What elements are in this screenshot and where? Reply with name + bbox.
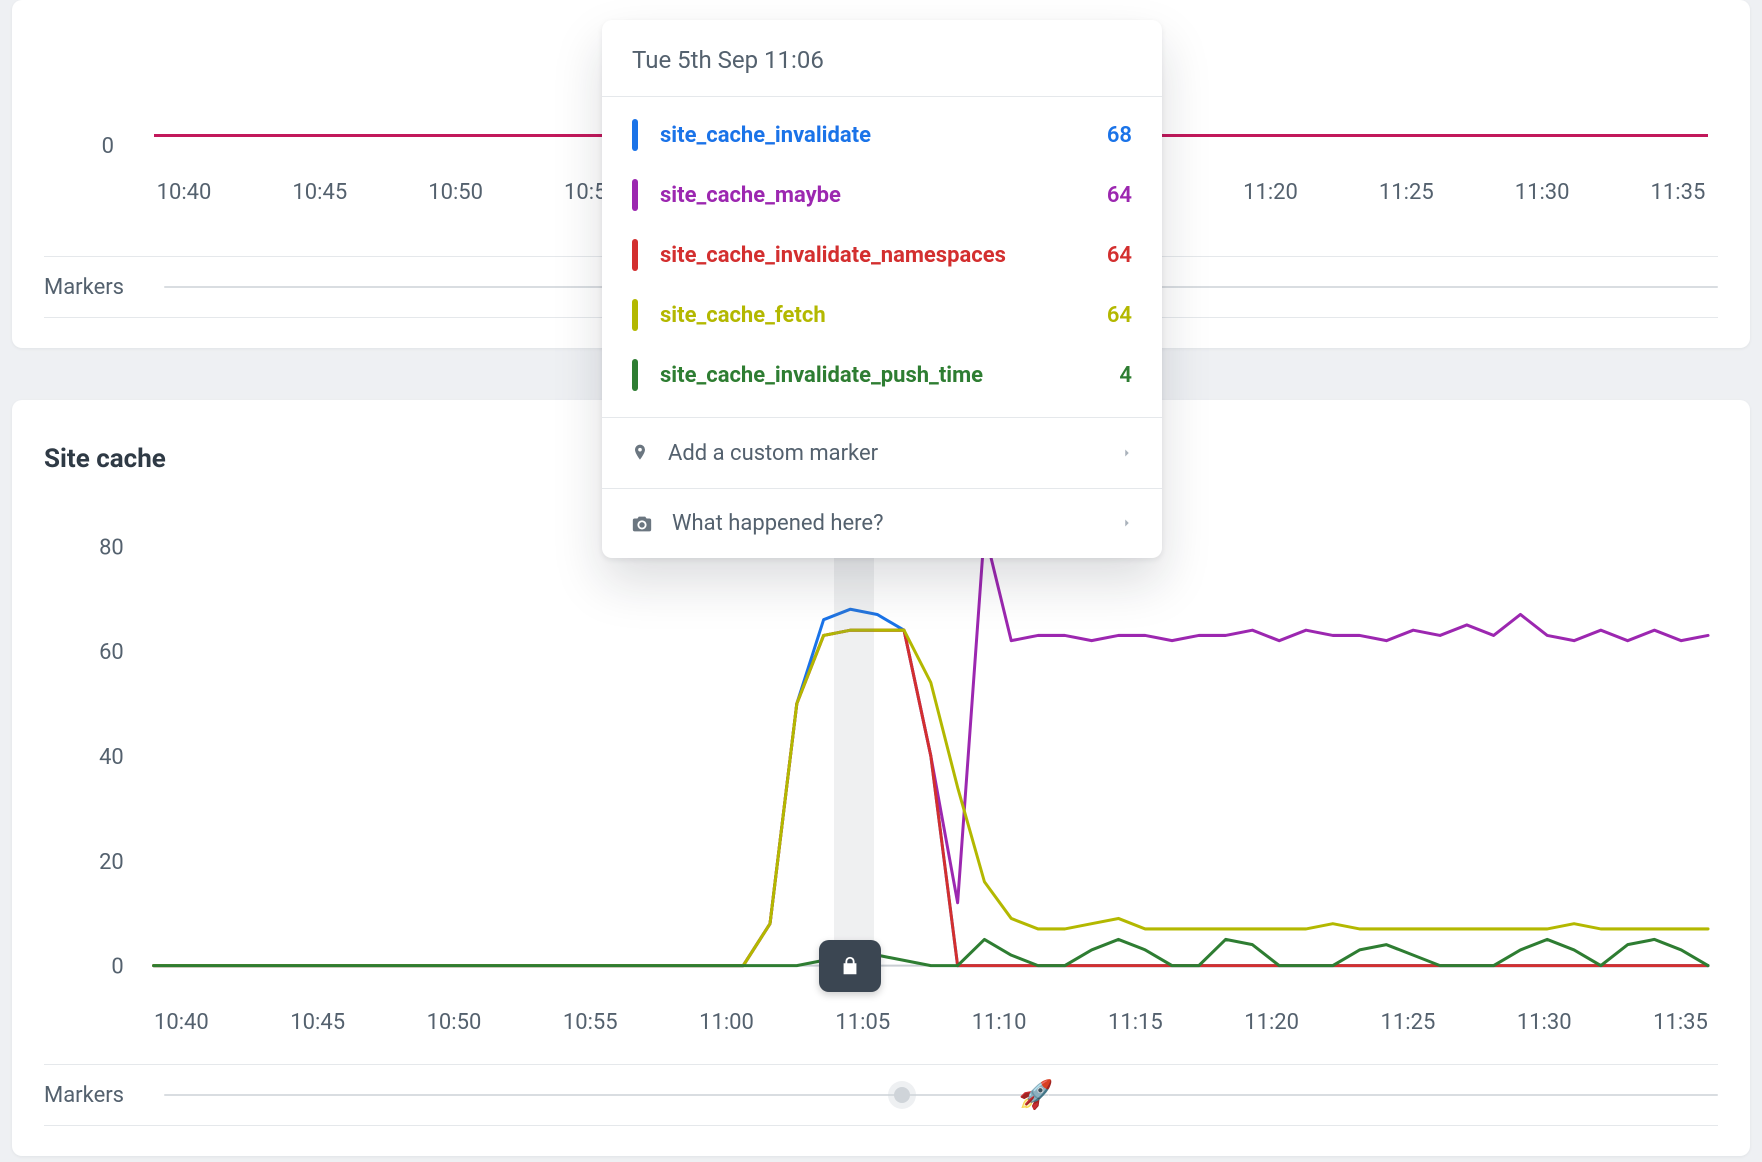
series-name: site_cache_fetch	[660, 303, 1076, 328]
series-value: 64	[1092, 303, 1132, 328]
top-chart-x-tick: 11:30	[1512, 180, 1572, 216]
series-color-swatch	[632, 359, 638, 391]
what-happened-label: What happened here?	[672, 511, 884, 536]
tooltip-actions: Add a custom marker What happened here?	[602, 417, 1162, 558]
top-chart-x-tick: 11:20	[1241, 180, 1301, 216]
top-chart-x-tick: 10:40	[154, 180, 214, 216]
bottom-chart-svg: 0 20 40 60 80	[44, 510, 1718, 996]
top-chart-x-tick: 10:50	[426, 180, 486, 216]
series-name: site_cache_invalidate_namespaces	[660, 243, 1076, 268]
bottom-chart-x-tick: 11:35	[1653, 1010, 1708, 1035]
bottom-chart-markers-label: Markers	[44, 1083, 154, 1108]
top-chart-y-axis: 0	[44, 30, 114, 140]
series-line	[154, 939, 1708, 965]
series-line	[154, 531, 1708, 966]
bottom-chart-markers-row: Markers 🚀	[44, 1064, 1718, 1126]
bottom-chart-x-tick: 10:50	[427, 1010, 482, 1035]
bottom-chart-plot[interactable]: 0 20 40 60 80	[44, 510, 1718, 996]
series-name: site_cache_invalidate	[660, 123, 1076, 148]
bottom-chart-y-tick: 0	[111, 955, 123, 980]
series-value: 4	[1092, 363, 1132, 388]
tooltip-series-list: site_cache_invalidate 68 site_cache_maybe 6…	[602, 97, 1162, 417]
series-line	[154, 609, 1708, 965]
marker-dot[interactable]	[894, 1087, 910, 1103]
series-name: site_cache_invalidate_push_time	[660, 363, 1076, 388]
series-value: 68	[1092, 123, 1132, 148]
bottom-chart-x-tick: 10:40	[154, 1010, 209, 1035]
add-custom-marker-action[interactable]: Add a custom marker	[602, 418, 1162, 488]
top-chart-x-tick: 10:45	[290, 180, 350, 216]
bottom-chart-x-tick: 11:20	[1244, 1010, 1299, 1035]
series-color-swatch	[632, 239, 638, 271]
tooltip-series-row[interactable]: site_cache_invalidate_namespaces 64	[622, 225, 1142, 285]
lock-icon	[839, 955, 861, 977]
bottom-chart-x-tick: 11:10	[972, 1010, 1027, 1035]
series-color-swatch	[632, 299, 638, 331]
bottom-chart-x-tick: 11:25	[1381, 1010, 1436, 1035]
tooltip-series-row[interactable]: site_cache_invalidate 68	[622, 105, 1142, 165]
bottom-chart-x-tick: 10:55	[563, 1010, 618, 1035]
bottom-chart-y-tick: 80	[99, 535, 124, 560]
bottom-chart-x-tick: 11:05	[835, 1010, 890, 1035]
tooltip-series-row[interactable]: site_cache_fetch 64	[622, 285, 1142, 345]
bottom-chart-y-tick: 60	[99, 640, 124, 665]
top-chart-markers-label: Markers	[44, 275, 154, 300]
tooltip-series-row[interactable]: site_cache_maybe 64	[622, 165, 1142, 225]
series-name: site_cache_maybe	[660, 183, 1076, 208]
tooltip-series-row[interactable]: site_cache_invalidate_push_time 4	[622, 345, 1142, 405]
camera-icon	[630, 513, 654, 535]
bottom-chart-y-tick: 40	[99, 745, 124, 770]
bottom-chart-markers-track[interactable]: 🚀	[164, 1094, 1718, 1096]
bottom-chart-title: Site cache	[44, 444, 166, 474]
bottom-chart-x-tick: 11:30	[1517, 1010, 1572, 1035]
tooltip-timestamp: Tue 5th Sep 11:06	[602, 20, 1162, 97]
add-custom-marker-label: Add a custom marker	[668, 441, 878, 466]
bottom-chart-x-tick: 10:45	[290, 1010, 345, 1035]
top-chart-y-tick: 0	[102, 134, 114, 159]
bottom-chart-y-tick: 20	[99, 850, 124, 875]
bottom-chart-x-axis: 10:40 10:45 10:50 10:55 11:00 11:05 11:10 11:15…	[44, 1010, 1718, 1046]
what-happened-action[interactable]: What happened here?	[602, 488, 1162, 558]
lock-badge[interactable]	[819, 940, 881, 992]
top-chart-x-tick: 11:25	[1376, 180, 1436, 216]
series-value: 64	[1092, 183, 1132, 208]
top-chart-x-tick: 11:35	[1648, 180, 1708, 216]
series-line	[154, 630, 1708, 965]
map-pin-icon	[630, 440, 650, 466]
chevron-right-icon	[1120, 441, 1134, 466]
chevron-right-icon	[1120, 511, 1134, 536]
chart-tooltip: Tue 5th Sep 11:06 site_cache_invalidate 6…	[602, 20, 1162, 558]
series-value: 64	[1092, 243, 1132, 268]
bottom-chart-x-tick: 11:15	[1108, 1010, 1163, 1035]
series-color-swatch	[632, 179, 638, 211]
chart-selection-band	[834, 510, 874, 966]
series-color-swatch	[632, 119, 638, 151]
marker-rocket-icon[interactable]: 🚀	[1019, 1078, 1054, 1111]
bottom-chart-x-tick: 11:00	[699, 1010, 754, 1035]
